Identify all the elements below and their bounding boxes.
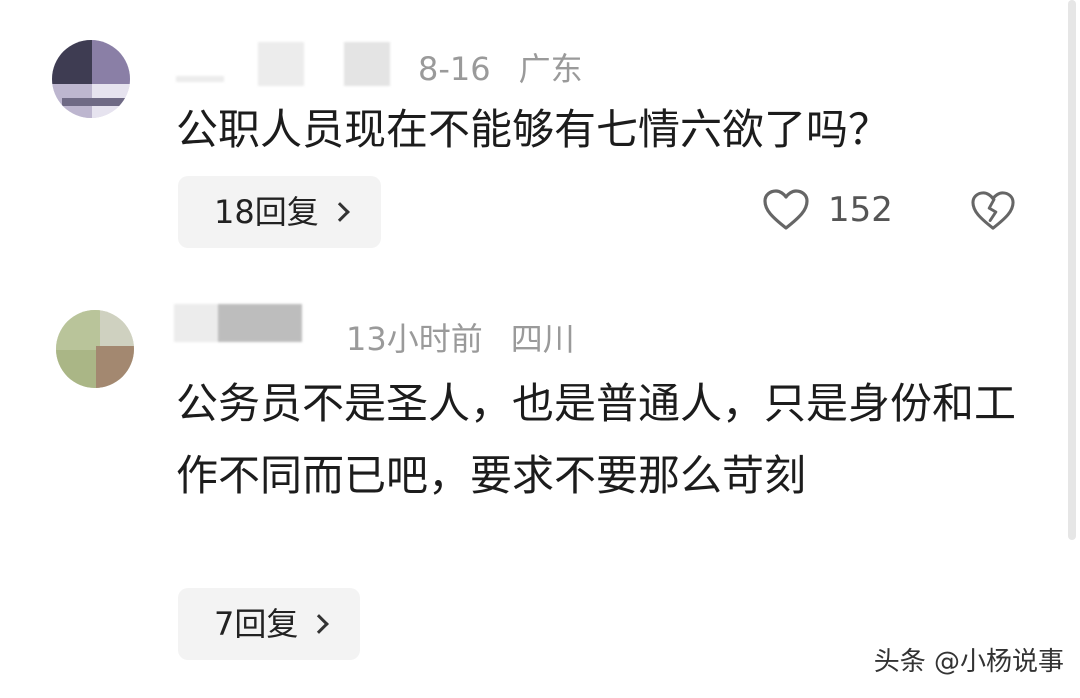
- comment-location: 广东: [518, 50, 583, 88]
- chevron-right-icon: [309, 614, 330, 634]
- comment-location: 四川: [510, 320, 575, 358]
- avatar[interactable]: [56, 310, 134, 388]
- replies-button[interactable]: 7回复: [178, 588, 361, 660]
- replies-label: 7回复: [214, 605, 299, 643]
- chevron-right-icon: [329, 202, 350, 222]
- comment-text: 公务员不是圣人，也是普通人，只是身份和工作不同而已吧，要求不要那么苛刻: [176, 379, 1017, 500]
- comment-text: 公职人员现在不能够有七情六欲了吗？: [176, 105, 891, 154]
- like-button[interactable]: 152: [762, 188, 893, 232]
- watermark: 头条 @小杨说事: [873, 647, 1064, 677]
- broken-heart-icon[interactable]: [970, 190, 1016, 232]
- comment-meta: 13小时前 四川: [346, 314, 575, 360]
- username-blurred[interactable]: [176, 42, 396, 86]
- replies-button[interactable]: 18回复: [178, 176, 381, 248]
- scrollbar[interactable]: [1068, 0, 1076, 540]
- heart-icon: [763, 189, 809, 230]
- username-blurred[interactable]: [174, 300, 304, 344]
- like-count: 152: [828, 190, 893, 230]
- comment-meta: 8-16 广东: [418, 44, 583, 90]
- avatar[interactable]: [52, 40, 130, 118]
- comment-date: 13小时前: [346, 320, 483, 358]
- comment-date: 8-16: [418, 50, 491, 88]
- replies-label: 18回复: [214, 193, 319, 231]
